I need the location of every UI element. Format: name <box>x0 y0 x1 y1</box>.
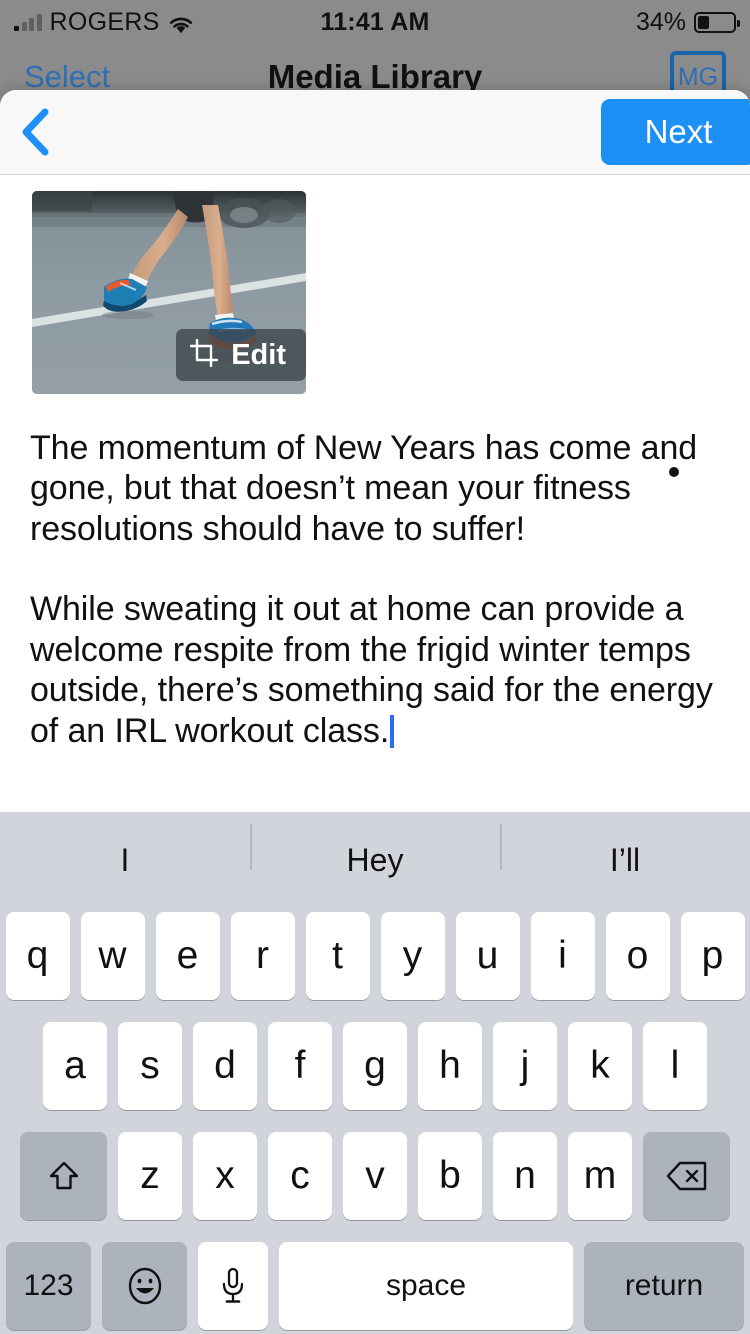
key-u[interactable]: u <box>455 912 520 1000</box>
key-b[interactable]: b <box>418 1132 482 1220</box>
key-r[interactable]: r <box>230 912 295 1000</box>
clock: 11:41 AM <box>320 7 430 36</box>
backspace-key[interactable] <box>643 1132 730 1220</box>
composer-area: Edit The momentum of New Years has come … <box>0 175 750 898</box>
status-bar: ROGERS 11:41 AM 34% <box>0 0 750 44</box>
numbers-key[interactable]: 123 <box>6 1242 91 1330</box>
media-thumbnail-wrapper: Edit <box>32 191 306 394</box>
emoji-key[interactable] <box>102 1242 187 1330</box>
shift-icon <box>49 1161 78 1190</box>
post-paragraph-2: While sweating it out at home can provid… <box>30 589 720 751</box>
key-y[interactable]: y <box>380 912 445 1000</box>
prediction-2[interactable]: Hey <box>250 823 500 879</box>
keyboard-row-4: 123 space return <box>0 1242 750 1330</box>
key-q[interactable]: q <box>5 912 70 1000</box>
crop-icon <box>190 338 219 372</box>
keyboard-row-3: zxcvbnm <box>0 1132 750 1220</box>
key-z[interactable]: z <box>118 1132 182 1220</box>
sheet-header: Next <box>0 90 750 175</box>
key-h[interactable]: h <box>418 1022 482 1110</box>
dictation-key[interactable] <box>198 1242 268 1330</box>
key-s[interactable]: s <box>118 1022 182 1110</box>
back-button[interactable] <box>0 90 70 175</box>
key-i[interactable]: i <box>530 912 595 1000</box>
prediction-1[interactable]: I <box>0 842 250 879</box>
key-d[interactable]: d <box>193 1022 257 1110</box>
next-button[interactable]: Next <box>601 99 750 165</box>
emoji-smiley-icon <box>128 1267 161 1305</box>
return-key[interactable]: return <box>584 1242 744 1330</box>
edit-image-button[interactable]: Edit <box>176 329 306 381</box>
shift-key[interactable] <box>20 1132 107 1220</box>
post-text-editor[interactable]: The momentum of New Years has come and g… <box>30 428 720 751</box>
key-w[interactable]: w <box>80 912 145 1000</box>
edit-button-label: Edit <box>231 338 286 371</box>
key-k[interactable]: k <box>568 1022 632 1110</box>
key-m[interactable]: m <box>568 1132 632 1220</box>
key-t[interactable]: t <box>305 912 370 1000</box>
microphone-icon <box>222 1267 244 1303</box>
onscreen-keyboard: I Hey I’ll qwertyuiop asdfghjkl zxcvbnm … <box>0 812 750 1334</box>
key-g[interactable]: g <box>343 1022 407 1110</box>
key-p[interactable]: p <box>680 912 745 1000</box>
key-e[interactable]: e <box>155 912 220 1000</box>
key-l[interactable]: l <box>643 1022 707 1110</box>
key-n[interactable]: n <box>493 1132 557 1220</box>
backspace-icon <box>666 1161 706 1191</box>
key-f[interactable]: f <box>268 1022 332 1110</box>
predictive-text-bar: I Hey I’ll <box>0 812 750 908</box>
next-button-label: Next <box>644 113 713 150</box>
prediction-3[interactable]: I’ll <box>500 823 750 879</box>
chevron-left-icon <box>22 108 49 156</box>
post-paragraph-2-text: While sweating it out at home can provid… <box>30 590 713 750</box>
keyboard-row-2: asdfghjkl <box>0 1022 750 1110</box>
key-a[interactable]: a <box>43 1022 107 1110</box>
screen: Select Media Library MG ROGERS 11:41 AM … <box>0 0 750 1334</box>
key-x[interactable]: x <box>193 1132 257 1220</box>
key-v[interactable]: v <box>343 1132 407 1220</box>
keyboard-row-1: qwertyuiop <box>0 912 750 1000</box>
battery-icon <box>694 11 740 33</box>
key-o[interactable]: o <box>605 912 670 1000</box>
post-paragraph-1: The momentum of New Years has come and g… <box>30 429 698 548</box>
key-j[interactable]: j <box>493 1022 557 1110</box>
touch-pointer-dot <box>669 467 679 477</box>
key-c[interactable]: c <box>268 1132 332 1220</box>
text-caret <box>390 714 395 748</box>
space-key[interactable]: space <box>279 1242 573 1330</box>
